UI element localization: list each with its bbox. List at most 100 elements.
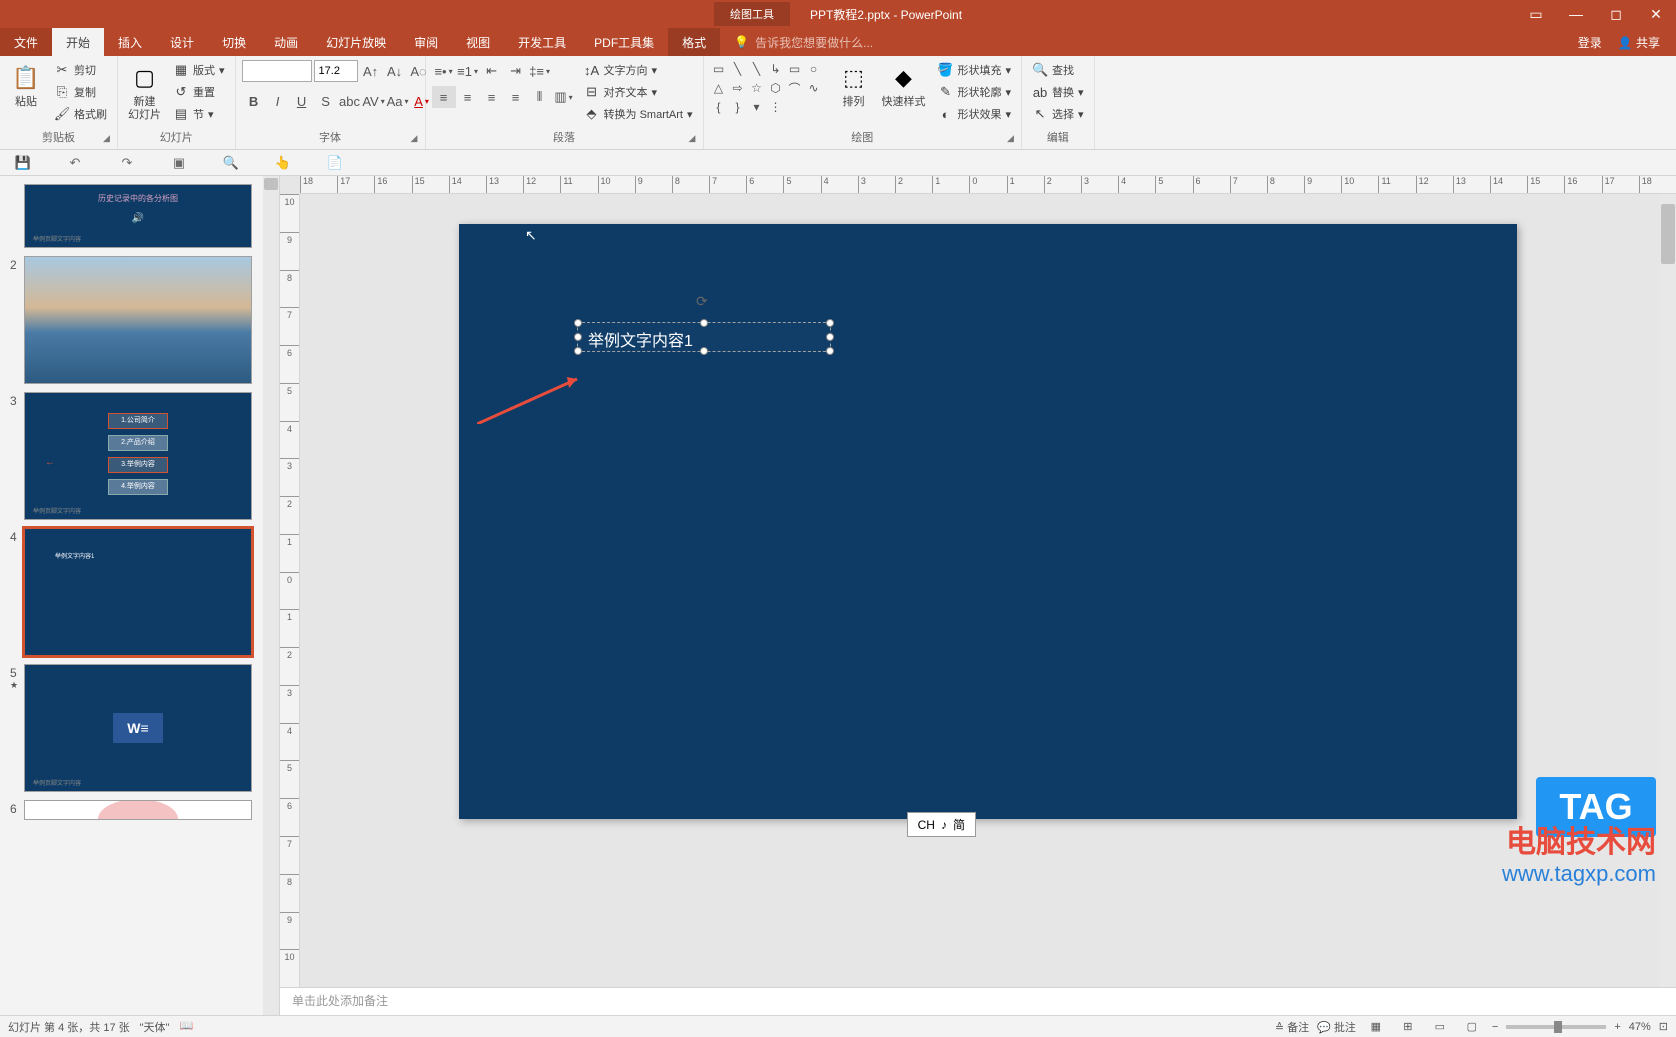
share-button[interactable]: 👤 共享 [1618, 34, 1660, 51]
shape-brace-icon[interactable]: { [710, 98, 728, 116]
zoom-slider[interactable] [1506, 1025, 1606, 1029]
touch-mode-icon[interactable]: 👆 [272, 152, 294, 174]
shape-fill-button[interactable]: 🪣形状填充 ▾ [934, 60, 1016, 80]
shape-more-icon[interactable]: ⋮ [767, 98, 785, 116]
close-icon[interactable]: ✕ [1636, 0, 1676, 28]
tab-file[interactable]: 文件 [0, 28, 52, 56]
align-right-icon[interactable]: ≡ [480, 86, 504, 108]
slide-canvas[interactable]: ↖ ⟳ 举例文字内容1 [300, 194, 1676, 987]
shape-brace2-icon[interactable]: } [729, 98, 747, 116]
tab-format[interactable]: 格式 [668, 28, 720, 56]
increase-indent-icon[interactable]: ⇥ [504, 60, 528, 82]
reset-button[interactable]: ↺重置 [169, 82, 229, 102]
find-button[interactable]: 🔍查找 [1028, 60, 1088, 80]
tab-view[interactable]: 视图 [452, 28, 504, 56]
thumbnail-1[interactable]: 历史记录中的各分析图 🔊 举例页脚文字内容 [0, 182, 279, 254]
tab-developer[interactable]: 开发工具 [504, 28, 580, 56]
ime-indicator[interactable]: CH ♪ 简 [907, 812, 976, 837]
textbox-selected[interactable]: ⟳ 举例文字内容1 [577, 322, 831, 352]
fit-window-icon[interactable]: ⊡ [1659, 1020, 1668, 1033]
new-slide-button[interactable]: ▢ 新建 幻灯片 [124, 60, 165, 124]
zoom-out-icon[interactable]: − [1492, 1021, 1498, 1033]
grow-font-icon[interactable]: A↑ [360, 60, 382, 82]
replace-button[interactable]: ab替换 ▾ [1028, 82, 1088, 102]
thumbnail-2[interactable]: 2 [0, 254, 279, 390]
shape-line-icon[interactable]: ╲ [729, 60, 747, 78]
tell-me-search[interactable]: 💡 告诉我您想要做什么... [720, 28, 1562, 56]
notes-toggle[interactable]: ≙ 备注 [1275, 1019, 1309, 1035]
handle-e[interactable] [826, 333, 834, 341]
shape-outline-button[interactable]: ✎形状轮廓 ▾ [934, 82, 1016, 102]
shape-effects-button[interactable]: ◐形状效果 ▾ [934, 104, 1016, 124]
distribute-icon[interactable]: ⫴ [528, 86, 552, 108]
change-case-icon[interactable]: Aa [386, 90, 410, 112]
columns-icon[interactable]: ▥ [552, 86, 576, 108]
shape-connector-icon[interactable]: ↳ [767, 60, 785, 78]
maximize-icon[interactable]: ◻ [1596, 0, 1636, 28]
copy-button[interactable]: ⎘复制 [50, 82, 111, 102]
strike-icon[interactable]: S [314, 90, 338, 112]
spellcheck-icon[interactable]: 📖 [179, 1019, 193, 1035]
login-link[interactable]: 登录 [1578, 34, 1602, 51]
notes-pane[interactable]: 单击此处添加备注 [280, 987, 1676, 1015]
format-painter-button[interactable]: 🖌格式刷 [50, 104, 111, 124]
thumbnail-3[interactable]: 3 1.公司简介 2.产品介绍 3.举例内容 4.举例内容 ← 举例页脚文字内容 [0, 390, 279, 526]
thumbnail-panel[interactable]: 历史记录中的各分析图 🔊 举例页脚文字内容 2 3 1.公司简介 2.产品介绍 … [0, 176, 280, 1015]
arrange-button[interactable]: ⬚ 排列 [834, 60, 874, 111]
minimize-icon[interactable]: — [1556, 0, 1596, 28]
handle-nw[interactable] [574, 319, 582, 327]
layout-button[interactable]: ▦版式 ▾ [169, 60, 229, 80]
zoom-in-icon[interactable]: + [1614, 1021, 1620, 1033]
thumbnail-5[interactable]: 5★ W≡ 举例页脚文字内容 [0, 662, 279, 798]
tab-home[interactable]: 开始 [52, 28, 104, 56]
shape-oval-icon[interactable]: ○ [805, 60, 823, 78]
ribbon-options-icon[interactable]: ▭ [1516, 0, 1556, 28]
align-center-icon[interactable]: ≡ [456, 86, 480, 108]
handle-w[interactable] [574, 333, 582, 341]
tab-review[interactable]: 审阅 [400, 28, 452, 56]
clipboard-launcher-icon[interactable]: ◢ [103, 133, 115, 145]
print-preview-icon[interactable]: 🔍 [220, 152, 242, 174]
paste-button[interactable]: 📋 粘贴 [6, 60, 46, 111]
shape-textbox-icon[interactable]: ▭ [710, 60, 728, 78]
shapes-gallery[interactable]: ▭ ╲ ╲ ↳ ▭ ○ △ ⇨ ☆ ⬡ ⌒ ∿ { } ▾ ⋮ [710, 60, 830, 116]
thumbnail-scrollbar[interactable] [263, 176, 279, 1015]
slide-counter[interactable]: 幻灯片 第 4 张，共 17 张 [8, 1019, 130, 1035]
tab-pdf[interactable]: PDF工具集 [580, 28, 668, 56]
tab-slideshow[interactable]: 幻灯片放映 [312, 28, 400, 56]
text-direction-button[interactable]: ↕A文字方向 ▾ [580, 60, 697, 80]
shape-triangle-icon[interactable]: △ [710, 79, 728, 97]
italic-icon[interactable]: I [266, 90, 290, 112]
numbering-icon[interactable]: ≡1 [456, 60, 480, 82]
section-button[interactable]: ▤节 ▾ [169, 104, 229, 124]
horizontal-ruler[interactable]: 1817161514131211109876543210123456789101… [300, 176, 1676, 194]
handle-sw[interactable] [574, 347, 582, 355]
slideshow-view-icon[interactable]: ▢ [1460, 1018, 1484, 1036]
thumbnail-6[interactable]: 6 [0, 798, 279, 826]
reading-view-icon[interactable]: ▭ [1428, 1018, 1452, 1036]
font-size-select[interactable] [314, 60, 358, 82]
from-beginning-icon[interactable]: ▣ [168, 152, 190, 174]
slide[interactable]: ↖ ⟳ 举例文字内容1 [459, 224, 1517, 819]
file-preview-icon[interactable]: 📄 [324, 152, 346, 174]
font-launcher-icon[interactable]: ◢ [411, 133, 423, 145]
cut-button[interactable]: ✂剪切 [50, 60, 111, 80]
shape-callout-icon[interactable]: ▾ [748, 98, 766, 116]
tab-design[interactable]: 设计 [156, 28, 208, 56]
shape-rect-icon[interactable]: ▭ [786, 60, 804, 78]
align-text-button[interactable]: ⊟对齐文本 ▾ [580, 82, 697, 102]
save-icon[interactable]: 💾 [12, 152, 34, 174]
underline-icon[interactable]: U [290, 90, 314, 112]
char-spacing-icon[interactable]: AV [362, 90, 386, 112]
tab-animations[interactable]: 动画 [260, 28, 312, 56]
shrink-font-icon[interactable]: A↓ [384, 60, 406, 82]
shape-arc-icon[interactable]: ⌒ [786, 79, 804, 97]
canvas-scrollbar[interactable] [1660, 194, 1676, 987]
shape-arrow-icon[interactable]: ⇨ [729, 79, 747, 97]
font-family-select[interactable] [242, 60, 312, 82]
bold-icon[interactable]: B [242, 90, 266, 112]
thumbnail-4[interactable]: 4 举例文字内容1 [0, 526, 279, 662]
undo-icon[interactable]: ↶ [64, 152, 86, 174]
shadow-icon[interactable]: abc [338, 90, 362, 112]
sorter-view-icon[interactable]: ⊞ [1396, 1018, 1420, 1036]
